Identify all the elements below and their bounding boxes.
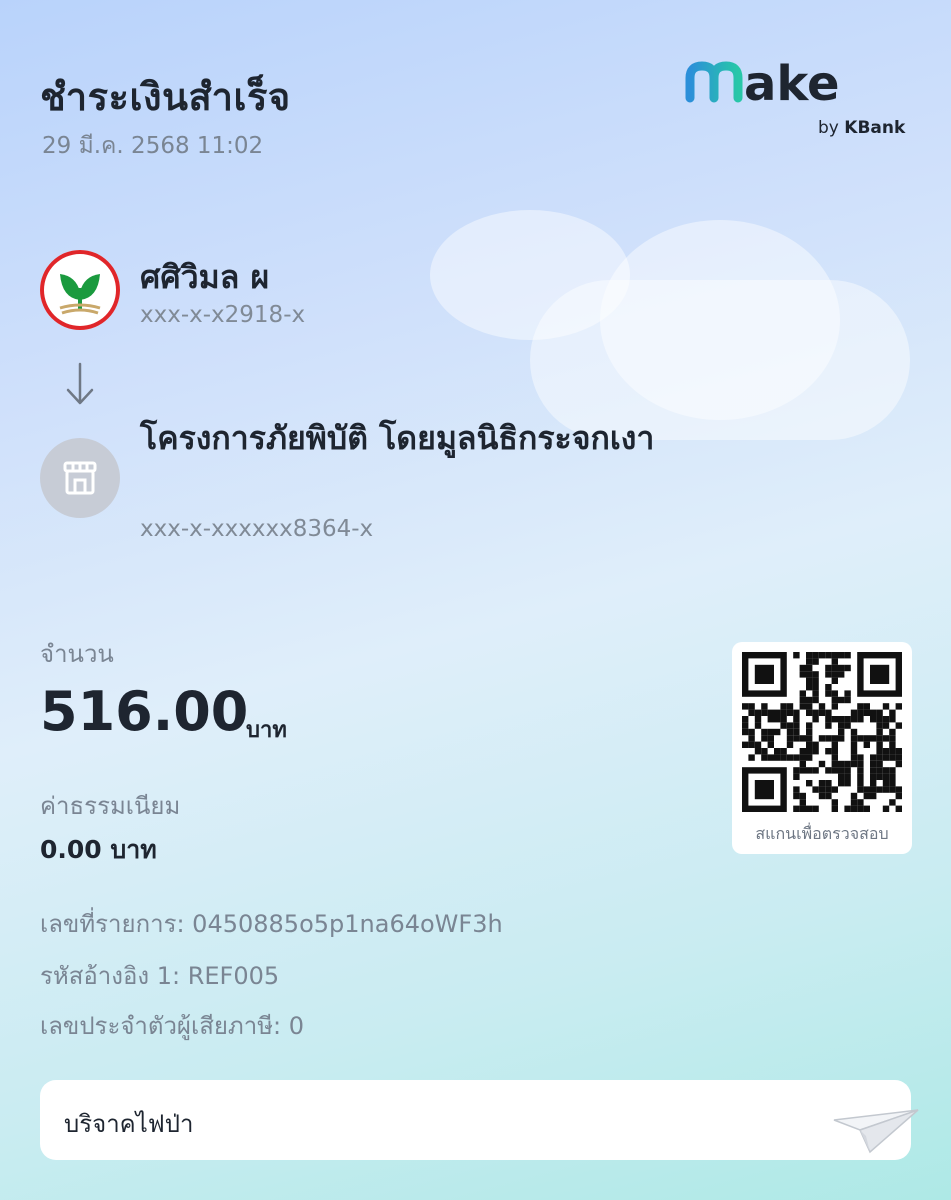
note-box: บริจาคไฟป่า (40, 1080, 919, 1160)
logo-text: ake (744, 56, 840, 112)
sender-account: xxx-x-x2918-x (140, 302, 306, 328)
transaction-datetime: 29 มี.ค. 2568 11:02 (42, 133, 264, 159)
arrow-down-icon (66, 362, 94, 405)
paper-plane-icon (833, 1109, 919, 1154)
kbank-logo-icon (40, 250, 120, 330)
receiver-account: xxx-x-xxxxxx8364-x (140, 516, 374, 542)
qr-caption: สแกนเพื่อตรวจสอบ (755, 824, 889, 843)
transaction-id: เลขที่รายการ: 0450885o5p1na64oWF3h (40, 910, 503, 938)
logo-subtitle: by KBank (818, 118, 906, 138)
note-text: บริจาคไฟป่า (64, 1110, 194, 1138)
reference-1: รหัสอ้างอิง 1: REF005 (40, 962, 280, 990)
tax-id: เลขประจำตัวผู้เสียภาษี: 0 (40, 1012, 305, 1040)
cloud-decoration (600, 220, 840, 420)
amount-label: จำนวน (40, 640, 114, 668)
verification-qr-card[interactable]: สแกนเพื่อตรวจสอบ (732, 642, 912, 854)
fee-label: ค่าธรรมเนียม (40, 792, 181, 820)
amount-unit: บาท (246, 718, 287, 743)
amount-value: 516.00 (40, 680, 249, 743)
fee-value: 0.00 บาท (40, 835, 157, 864)
store-icon (40, 438, 120, 518)
receiver-name: โครงการภัยพิบัติ โดยมูลนิธิกระจกเงา (140, 419, 655, 457)
qr-code[interactable] (732, 642, 912, 822)
sender-name: ศศิวิมล ผ (140, 258, 270, 296)
page-title: ชำระเงินสำเร็จ (40, 75, 291, 119)
